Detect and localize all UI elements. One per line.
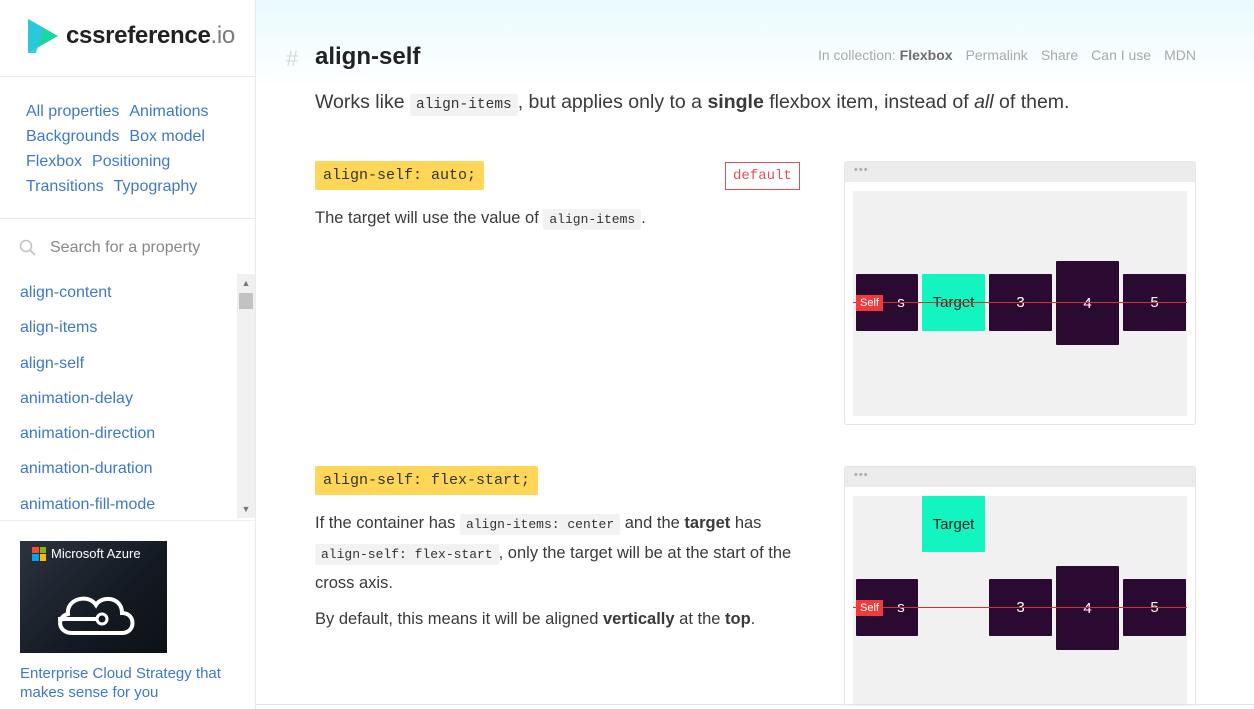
logo[interactable]: cssreference.io	[24, 16, 235, 56]
ad-brand: Microsoft Azure	[32, 546, 141, 561]
sidebar-divider	[0, 218, 255, 219]
category-link-backgrounds[interactable]: Backgrounds	[26, 128, 119, 145]
microsoft-logo-icon	[32, 546, 46, 561]
flex-container: s Target 3 4 5 Self	[853, 191, 1187, 416]
property-link-animation-delay[interactable]: animation-delay	[20, 380, 255, 415]
flex-item-target[interactable]: Target	[922, 496, 985, 552]
logo-mark-icon	[24, 17, 60, 55]
permalink-link[interactable]: Permalink	[966, 47, 1028, 63]
property-link-align-content[interactable]: align-content	[20, 274, 255, 309]
ad-brand-label: Microsoft Azure	[51, 546, 141, 561]
collection-link[interactable]: Flexbox	[900, 47, 953, 63]
scroll-down-icon[interactable]: ▼	[241, 504, 251, 514]
page-bottom-divider	[256, 704, 1254, 705]
declaration-code: align-self: auto;	[315, 161, 485, 190]
property-meta-links: In collection: Flexbox Permalink Share C…	[818, 47, 1196, 63]
example-description: The target will use the value of align-i…	[315, 204, 815, 234]
demo-window-bar: •••	[845, 162, 1195, 182]
property-link-animation-fill-mode[interactable]: animation-fill-mode	[20, 486, 255, 518]
property-list-scrollbar[interactable]: ▲ ▼	[237, 274, 255, 518]
example-flex-start: align-self: flex-start; If the container…	[315, 466, 1196, 709]
self-label: Self	[856, 600, 883, 616]
demo-window: ••• s Target 3 4 5 Self	[844, 466, 1196, 706]
property-link-animation-direction[interactable]: animation-direction	[20, 415, 255, 450]
scroll-up-icon[interactable]: ▲	[241, 278, 251, 288]
can-i-use-link[interactable]: Can I use	[1091, 47, 1151, 63]
category-link-all-properties[interactable]: All properties	[26, 103, 119, 120]
cross-axis-line	[853, 302, 1187, 303]
search-box	[18, 236, 238, 260]
property-list: align-content align-items align-self ani…	[0, 274, 255, 518]
share-link[interactable]: Share	[1041, 47, 1078, 63]
search-input[interactable]	[50, 239, 230, 257]
example-description-note: By default, this means it will be aligne…	[315, 610, 756, 628]
page-title: align-self	[315, 43, 421, 70]
mdn-link[interactable]: MDN	[1164, 47, 1196, 63]
inline-code: align-items	[410, 94, 518, 116]
category-link-box-model[interactable]: Box model	[129, 128, 205, 145]
property-link-animation-duration[interactable]: animation-duration	[20, 450, 255, 485]
main-content: # align-self In collection: Flexbox Perm…	[256, 0, 1254, 709]
example-auto: align-self: auto; default The target wil…	[315, 161, 1196, 431]
category-link-flexbox[interactable]: Flexbox	[26, 153, 82, 170]
declaration-code: align-self: flex-start;	[315, 466, 539, 495]
sponsor-ad: Microsoft Azure Enterprise Cloud Strateg…	[0, 520, 255, 709]
property-link-align-self[interactable]: align-self	[20, 345, 255, 380]
category-link-transitions[interactable]: Transitions	[26, 178, 104, 195]
collection-info: In collection: Flexbox	[817, 47, 953, 63]
self-label: Self	[856, 295, 883, 311]
cross-axis-line	[853, 607, 1187, 608]
flex-item-4[interactable]: 4	[1056, 261, 1119, 345]
sidebar-divider	[0, 76, 255, 77]
ad-link-text[interactable]: Enterprise Cloud Strategy that makes sen…	[20, 664, 240, 702]
flex-container: s Target 3 4 5 Self	[853, 496, 1187, 706]
cloud-icon	[50, 581, 140, 646]
ad-image[interactable]: Microsoft Azure	[20, 541, 167, 653]
window-dots-icon: •••	[854, 164, 869, 176]
property-intro: Works like align-items, but applies only…	[315, 91, 1069, 116]
scroll-thumb[interactable]	[239, 293, 253, 309]
demo-window: ••• s Target 3 4 5 Self	[844, 161, 1196, 425]
demo-window-bar: •••	[845, 467, 1195, 487]
permalink-hash[interactable]: #	[286, 46, 298, 72]
category-link-typography[interactable]: Typography	[114, 178, 198, 195]
logo-text: cssreference.io	[66, 22, 235, 49]
search-icon	[18, 238, 38, 258]
category-link-animations[interactable]: Animations	[129, 103, 208, 120]
default-badge: default	[725, 162, 800, 190]
property-link-align-items[interactable]: align-items	[20, 309, 255, 344]
category-link-positioning[interactable]: Positioning	[92, 153, 170, 170]
flex-item-4[interactable]: 4	[1056, 566, 1119, 650]
example-description: If the container has align-items: center…	[315, 514, 792, 592]
sidebar: cssreference.io All properties Animations…	[0, 0, 256, 709]
category-nav: All properties Animations Backgrounds Box …	[26, 99, 241, 199]
window-dots-icon: •••	[854, 469, 869, 481]
